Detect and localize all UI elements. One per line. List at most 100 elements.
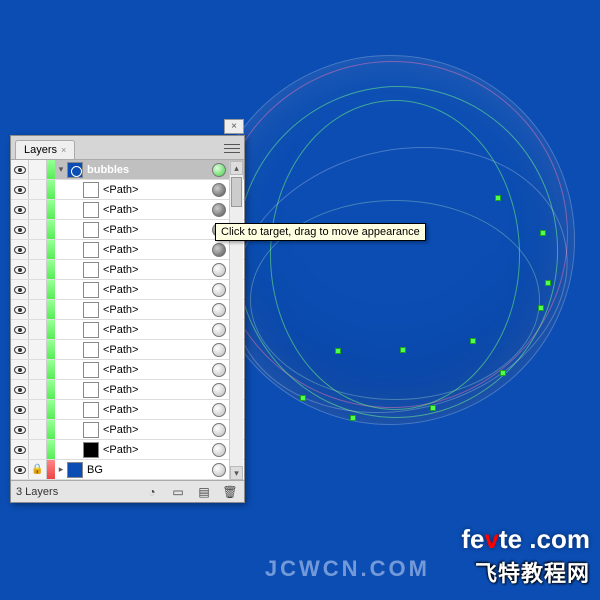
target-icon[interactable] bbox=[212, 203, 226, 217]
anchor-point[interactable] bbox=[430, 405, 436, 411]
lock-toggle[interactable] bbox=[29, 360, 47, 379]
path-row[interactable]: <Path> bbox=[11, 180, 244, 200]
scroll-up-arrow-icon[interactable]: ▴ bbox=[230, 161, 243, 175]
target-icon[interactable] bbox=[212, 283, 226, 297]
target-icon[interactable] bbox=[212, 403, 226, 417]
lock-toggle[interactable] bbox=[29, 440, 47, 459]
delete-button[interactable]: 🗑 bbox=[221, 484, 239, 500]
tab-close-icon[interactable]: × bbox=[61, 145, 66, 155]
path-row[interactable]: <Path> bbox=[11, 300, 244, 320]
target-icon[interactable] bbox=[212, 243, 226, 257]
selected-path-arc[interactable] bbox=[270, 100, 520, 410]
layer-name[interactable]: bubbles bbox=[87, 164, 212, 176]
anchor-point[interactable] bbox=[540, 230, 546, 236]
anchor-point[interactable] bbox=[495, 195, 501, 201]
path-name[interactable]: <Path> bbox=[103, 224, 212, 236]
target-icon[interactable] bbox=[212, 443, 226, 457]
visibility-toggle[interactable] bbox=[11, 420, 29, 439]
path-name[interactable]: <Path> bbox=[103, 424, 212, 436]
target-icon[interactable] bbox=[212, 163, 226, 177]
visibility-toggle[interactable] bbox=[11, 340, 29, 359]
path-name[interactable]: <Path> bbox=[103, 284, 212, 296]
make-clipping-mask-button[interactable]: ◔ bbox=[143, 484, 161, 500]
lock-toggle[interactable] bbox=[29, 400, 47, 419]
target-icon[interactable] bbox=[212, 263, 226, 277]
visibility-toggle[interactable] bbox=[11, 400, 29, 419]
lock-toggle[interactable] bbox=[29, 180, 47, 199]
lock-toggle[interactable] bbox=[29, 320, 47, 339]
path-row[interactable]: <Path> bbox=[11, 200, 244, 220]
lock-toggle[interactable] bbox=[29, 200, 47, 219]
anchor-point[interactable] bbox=[400, 347, 406, 353]
anchor-point[interactable] bbox=[545, 280, 551, 286]
panel-close-button[interactable]: × bbox=[224, 119, 244, 134]
visibility-toggle[interactable] bbox=[11, 240, 29, 259]
visibility-toggle[interactable] bbox=[11, 320, 29, 339]
path-row[interactable]: <Path> bbox=[11, 360, 244, 380]
lock-toggle[interactable] bbox=[29, 160, 47, 179]
lock-toggle[interactable]: 🔒 bbox=[29, 460, 47, 479]
path-row[interactable]: <Path> bbox=[11, 280, 244, 300]
path-name[interactable]: <Path> bbox=[103, 324, 212, 336]
target-icon[interactable] bbox=[212, 303, 226, 317]
lock-toggle[interactable] bbox=[29, 340, 47, 359]
anchor-point[interactable] bbox=[300, 395, 306, 401]
path-row[interactable]: <Path> bbox=[11, 260, 244, 280]
path-row[interactable]: <Path> bbox=[11, 400, 244, 420]
layer-name[interactable]: BG bbox=[87, 464, 212, 476]
scrollbar[interactable]: ▴ ▾ bbox=[229, 161, 243, 480]
tab-layers[interactable]: Layers × bbox=[15, 140, 75, 159]
path-row[interactable]: <Path> bbox=[11, 440, 244, 460]
target-icon[interactable] bbox=[212, 383, 226, 397]
create-new-layer-button[interactable]: ▤ bbox=[195, 484, 213, 500]
path-row[interactable]: <Path> bbox=[11, 320, 244, 340]
target-icon[interactable] bbox=[212, 343, 226, 357]
target-icon[interactable] bbox=[212, 363, 226, 377]
anchor-point[interactable] bbox=[470, 338, 476, 344]
scroll-down-arrow-icon[interactable]: ▾ bbox=[230, 466, 243, 480]
path-name[interactable]: <Path> bbox=[103, 364, 212, 376]
path-row[interactable]: <Path> bbox=[11, 420, 244, 440]
lock-toggle[interactable] bbox=[29, 240, 47, 259]
target-icon[interactable] bbox=[212, 183, 226, 197]
visibility-toggle[interactable] bbox=[11, 380, 29, 399]
target-icon[interactable] bbox=[212, 423, 226, 437]
path-name[interactable]: <Path> bbox=[103, 304, 212, 316]
create-sublayer-button[interactable]: ▭ bbox=[169, 484, 187, 500]
visibility-toggle[interactable] bbox=[11, 300, 29, 319]
path-row[interactable]: <Path> bbox=[11, 340, 244, 360]
lock-toggle[interactable] bbox=[29, 380, 47, 399]
lock-toggle[interactable] bbox=[29, 260, 47, 279]
lock-toggle[interactable] bbox=[29, 420, 47, 439]
layer-row-bg[interactable]: 🔒 ▸ BG bbox=[11, 460, 244, 480]
path-row[interactable]: <Path> bbox=[11, 240, 244, 260]
target-icon[interactable] bbox=[212, 463, 226, 477]
visibility-toggle[interactable] bbox=[11, 360, 29, 379]
path-name[interactable]: <Path> bbox=[103, 384, 212, 396]
path-name[interactable]: <Path> bbox=[103, 184, 212, 196]
path-name[interactable]: <Path> bbox=[103, 204, 212, 216]
visibility-toggle[interactable] bbox=[11, 280, 29, 299]
anchor-point[interactable] bbox=[538, 305, 544, 311]
anchor-point[interactable] bbox=[335, 348, 341, 354]
visibility-toggle[interactable] bbox=[11, 440, 29, 459]
visibility-toggle[interactable] bbox=[11, 220, 29, 239]
lock-toggle[interactable] bbox=[29, 280, 47, 299]
lock-toggle[interactable] bbox=[29, 220, 47, 239]
visibility-toggle[interactable] bbox=[11, 460, 29, 479]
target-icon[interactable] bbox=[212, 323, 226, 337]
disclosure-icon[interactable]: ▾ bbox=[55, 164, 67, 175]
anchor-point[interactable] bbox=[350, 415, 356, 421]
visibility-toggle[interactable] bbox=[11, 260, 29, 279]
path-row[interactable]: <Path> bbox=[11, 380, 244, 400]
path-name[interactable]: <Path> bbox=[103, 344, 212, 356]
path-name[interactable]: <Path> bbox=[103, 244, 212, 256]
panel-flyout-menu-icon[interactable] bbox=[224, 142, 240, 154]
visibility-toggle[interactable] bbox=[11, 160, 29, 179]
disclosure-icon[interactable]: ▸ bbox=[55, 464, 67, 475]
visibility-toggle[interactable] bbox=[11, 200, 29, 219]
anchor-point[interactable] bbox=[500, 370, 506, 376]
visibility-toggle[interactable] bbox=[11, 180, 29, 199]
path-row[interactable]: <Path> bbox=[11, 220, 244, 240]
lock-toggle[interactable] bbox=[29, 300, 47, 319]
